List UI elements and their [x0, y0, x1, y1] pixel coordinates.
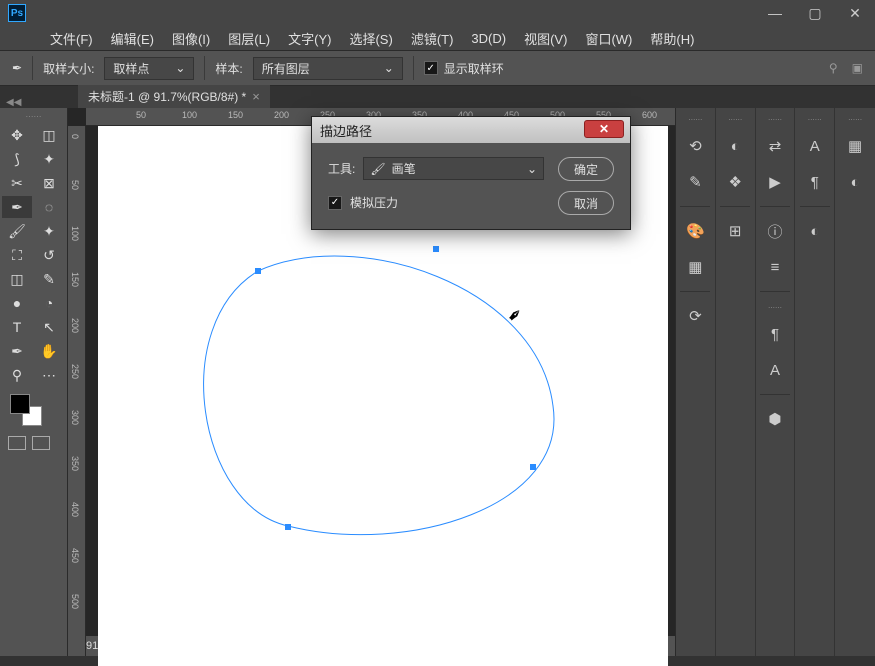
type-tool[interactable]: T	[2, 316, 32, 338]
history-panel-icon[interactable]: ⟲	[683, 134, 707, 158]
move-tool[interactable]: ✥	[2, 124, 32, 146]
quickmask-icon[interactable]	[8, 436, 26, 450]
stroke-path-dialog: 描边路径 ✕ 工具: 🖌 画笔 ⌄ ✓ 模拟压力 确定 取消	[311, 116, 631, 230]
blur-tool[interactable]: ●	[2, 292, 32, 314]
minimize-button[interactable]: —	[755, 0, 795, 26]
dodge-tool[interactable]: ◔	[34, 292, 64, 314]
history-brush-tool[interactable]: ↺	[34, 244, 64, 266]
close-tab-icon[interactable]: ×	[252, 89, 260, 104]
info-panel-icon[interactable]: ⓘ	[763, 219, 787, 243]
lasso-tool[interactable]: ⟆	[2, 148, 32, 170]
character-style-icon[interactable]: ≡	[763, 255, 787, 279]
play-icon[interactable]: ▶	[763, 170, 787, 194]
brush-settings-icon[interactable]: ✎	[683, 170, 707, 194]
menu-layer[interactable]: 图层(L)	[228, 29, 270, 48]
eraser-tool[interactable]: ✎	[34, 268, 64, 290]
path-select-tool[interactable]: ↖	[34, 316, 64, 338]
marquee-tool[interactable]: ◫	[34, 124, 64, 146]
app-logo: Ps	[8, 4, 26, 22]
menu-window[interactable]: 窗口(W)	[585, 29, 632, 48]
ruler-vertical: 0 50 100 150 200 250 300 350 400 450 500	[68, 126, 86, 656]
sample-label: 样本:	[215, 60, 242, 77]
cancel-button[interactable]: 取消	[558, 191, 614, 215]
simulate-pressure-label: 模拟压力	[350, 194, 398, 211]
actions-panel-icon[interactable]: ⟳	[683, 304, 707, 328]
sample-dropdown[interactable]: 所有图层⌄	[253, 57, 403, 80]
menu-select[interactable]: 选择(S)	[349, 29, 392, 48]
frame-tool[interactable]: ⊠	[34, 172, 64, 194]
marquee-circle-tool[interactable]: ◌	[34, 196, 64, 218]
layers-panel-icon[interactable]: ❖	[723, 170, 747, 194]
3d-panel-icon[interactable]: ⬢	[763, 407, 787, 431]
show-ring-label: 显示取样环	[444, 60, 504, 77]
gradient-tool[interactable]: ◫	[2, 268, 32, 290]
extra-tool[interactable]: ⋯	[34, 364, 64, 386]
show-ring-checkbox[interactable]: ✓	[424, 61, 438, 75]
simulate-pressure-checkbox[interactable]: ✓	[328, 196, 342, 210]
dialog-close-button[interactable]: ✕	[584, 120, 624, 138]
crop-tool[interactable]: ✂	[2, 172, 32, 194]
adjustments-icon[interactable]: ◐	[723, 134, 747, 158]
menu-image[interactable]: 图像(I)	[172, 29, 210, 48]
libraries-icon[interactable]: ▦	[843, 134, 867, 158]
menu-view[interactable]: 视图(V)	[524, 29, 567, 48]
brush-icon: 🖌	[370, 162, 385, 176]
glyphs-icon[interactable]: ⇄	[763, 134, 787, 158]
dialog-title: 描边路径	[320, 121, 372, 140]
sample-size-label: 取样大小:	[43, 60, 94, 77]
document-tab[interactable]: 未标题-1 @ 91.7%(RGB/8#) * ×	[78, 85, 270, 108]
menu-help[interactable]: 帮助(H)	[650, 29, 694, 48]
menu-filter[interactable]: 滤镜(T)	[411, 29, 454, 48]
menu-edit[interactable]: 编辑(E)	[111, 29, 154, 48]
sample-size-dropdown[interactable]: 取样点⌄	[104, 57, 194, 80]
search-icon[interactable]: ⚲	[829, 61, 838, 75]
quick-select-tool[interactable]: ✦	[34, 148, 64, 170]
swatches-panel-icon[interactable]: ▦	[683, 255, 707, 279]
ok-button[interactable]: 确定	[558, 157, 614, 181]
paragraph-icon[interactable]: ¶	[803, 170, 827, 194]
pen-tool[interactable]: ✒	[2, 340, 32, 362]
type-a-icon[interactable]: A	[803, 134, 827, 158]
menu-3d[interactable]: 3D(D)	[471, 31, 506, 46]
color-panel-icon[interactable]: 🎨	[683, 219, 707, 243]
character-panel-icon[interactable]: A	[763, 358, 787, 382]
collapse-icon[interactable]: ◀◀	[6, 97, 21, 108]
eyedropper-tool[interactable]: ✒	[2, 196, 32, 218]
toolbox: ⋯⋯ ✥ ◫ ⟆ ✦ ✂ ⊠ ✒ ◌ 🖌 ✦ ⛶ ↺ ◫ ✎ ● ◔ T ↖ ✒…	[0, 108, 68, 656]
zoom-tool[interactable]: ⚲	[2, 364, 32, 386]
tool-label: 工具:	[328, 160, 355, 177]
eyedropper-icon: ✒	[12, 61, 22, 75]
spot-tool[interactable]: ✦	[34, 220, 64, 242]
paragraph-style-icon[interactable]: ¶	[763, 322, 787, 346]
close-window-button[interactable]: ✕	[835, 0, 875, 26]
hand-tool[interactable]: ✋	[34, 340, 64, 362]
maximize-button[interactable]: ▢	[795, 0, 835, 26]
foreground-swatch[interactable]	[10, 394, 30, 414]
screenmode-icon[interactable]	[32, 436, 50, 450]
workspace-icon[interactable]: ▣	[852, 61, 863, 75]
tool-dropdown[interactable]: 🖌 画笔 ⌄	[363, 157, 544, 180]
menu-type[interactable]: 文字(Y)	[288, 29, 331, 48]
brush-tool[interactable]: 🖌	[2, 220, 32, 242]
gradient-panel-icon[interactable]: ◐	[843, 170, 867, 194]
stamp-tool[interactable]: ⛶	[2, 244, 32, 266]
transform-icon[interactable]: ⊞	[723, 219, 747, 243]
styles-panel-icon[interactable]: ◐	[803, 219, 827, 243]
menu-file[interactable]: 文件(F)	[50, 29, 93, 48]
